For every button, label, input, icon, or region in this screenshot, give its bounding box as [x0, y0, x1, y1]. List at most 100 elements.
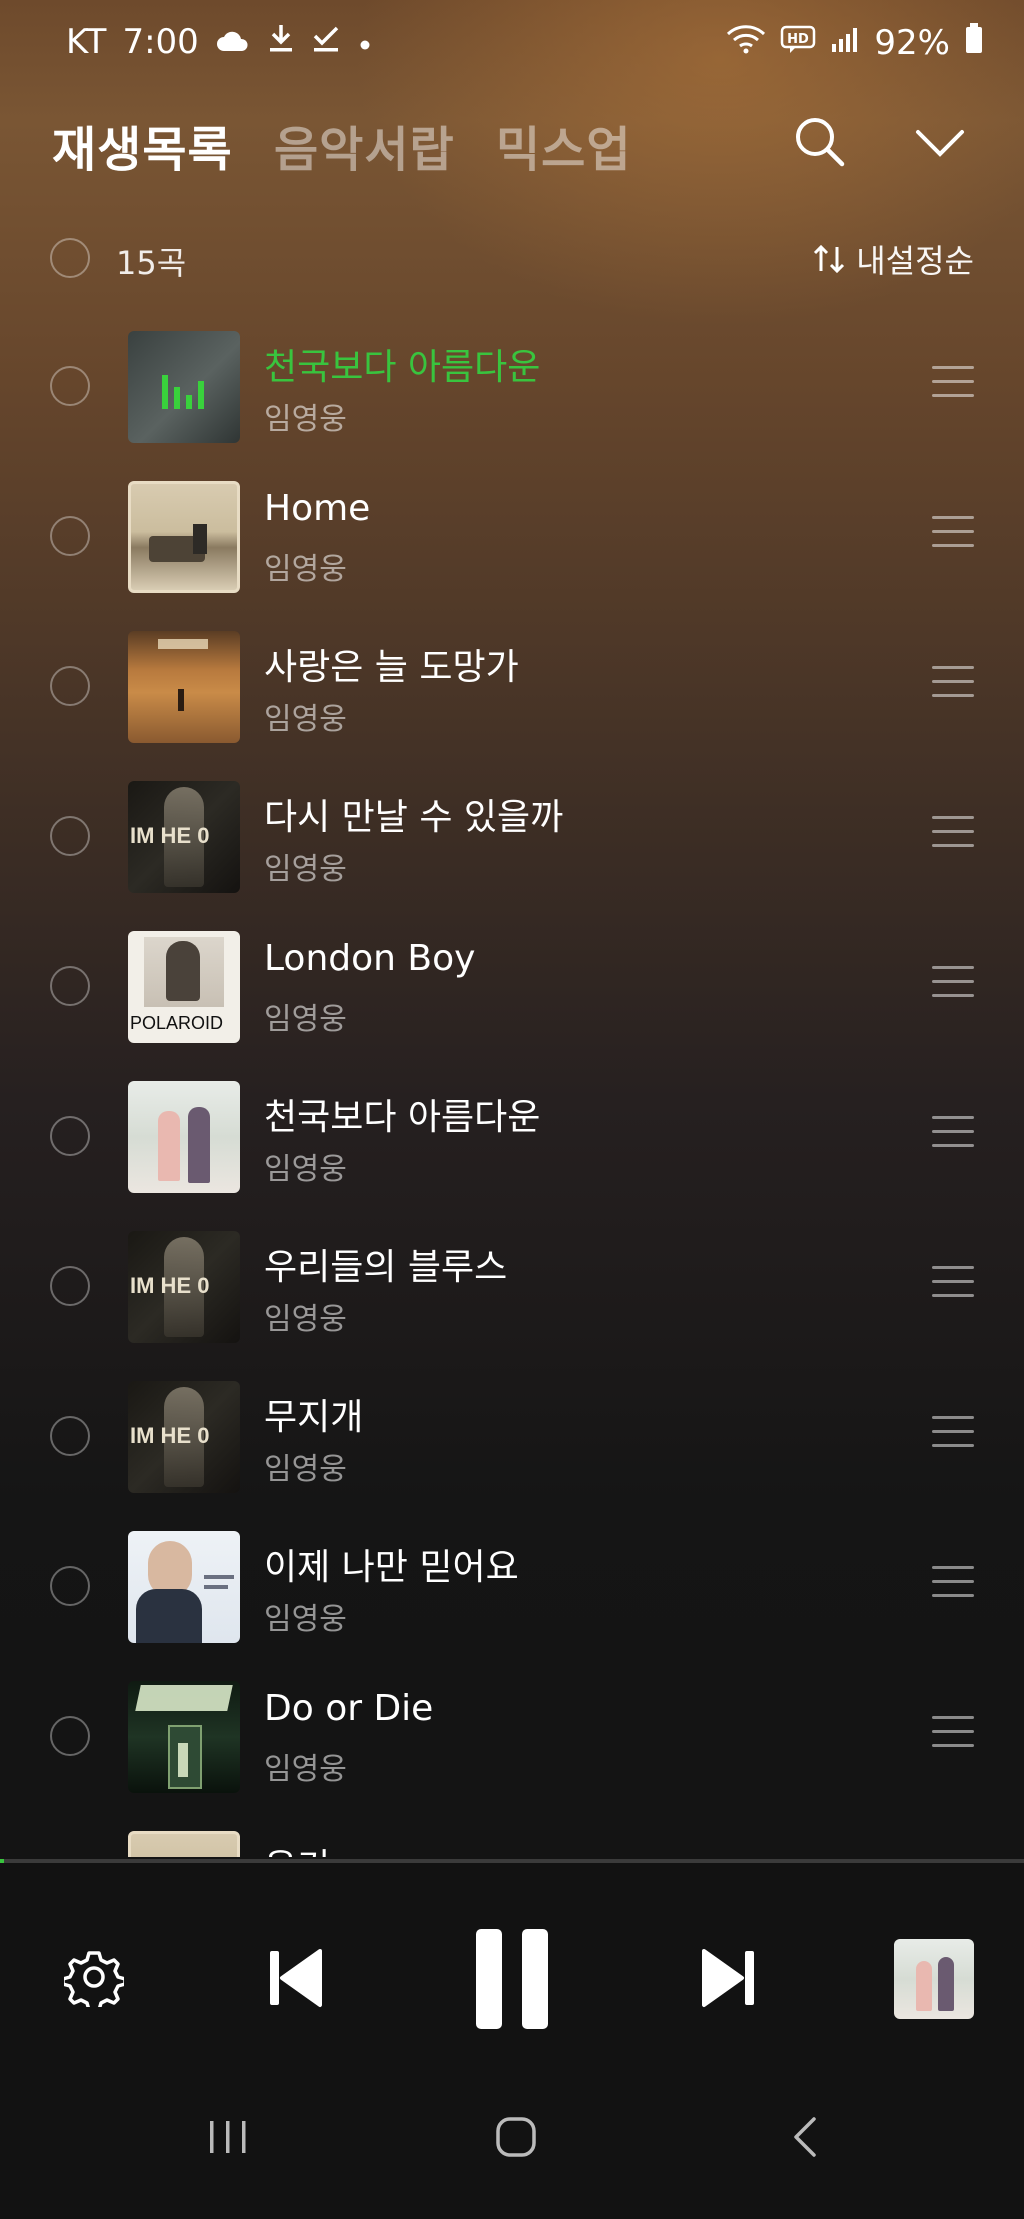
track-row[interactable]: 온기: [0, 1812, 1024, 1857]
sort-button[interactable]: 내설정순: [812, 236, 974, 282]
drag-handle-icon[interactable]: [932, 666, 974, 698]
album-art: [128, 631, 240, 743]
previous-icon: [270, 1949, 322, 2007]
album-art: [128, 1531, 240, 1643]
header: 재생목록 음악서랍 믹스업: [0, 100, 1024, 180]
battery-level: 92%: [874, 22, 950, 63]
track-title: London Boy: [264, 938, 476, 979]
svg-text:HD: HD: [788, 32, 810, 47]
album-art: IM HE 0: [128, 1231, 240, 1343]
track-title: 온기: [264, 1838, 330, 1857]
search-icon: [796, 118, 845, 167]
drag-handle-icon[interactable]: [932, 816, 974, 848]
home-icon: [496, 2117, 536, 2157]
previous-button[interactable]: [268, 1947, 324, 2013]
drag-handle-icon[interactable]: [932, 1116, 974, 1148]
album-art: [128, 331, 240, 443]
download-icon: [267, 22, 295, 62]
track-title: 다시 만날 수 있을까: [264, 797, 564, 838]
track-artist: 임영웅: [264, 1602, 347, 1637]
drag-handle-icon[interactable]: [932, 1566, 974, 1598]
album-art: [128, 1681, 240, 1793]
track-title: 무지개: [264, 1397, 364, 1438]
select-all-checkbox[interactable]: [50, 238, 90, 278]
pause-icon: [476, 1929, 548, 2029]
drag-handle-icon[interactable]: [932, 966, 974, 998]
track-row[interactable]: 이제 나만 믿어요 임영웅: [0, 1512, 1024, 1662]
battery-icon: [964, 22, 984, 63]
carrier-label: KT: [66, 22, 107, 62]
track-checkbox[interactable]: [50, 966, 90, 1006]
track-checkbox[interactable]: [50, 816, 90, 856]
track-checkbox[interactable]: [50, 666, 90, 706]
track-artist: 임영웅: [264, 702, 347, 737]
track-row[interactable]: 천국보다 아름다운 임영웅: [0, 312, 1024, 462]
track-row[interactable]: 천국보다 아름다운 임영웅: [0, 1062, 1024, 1212]
track-title: 사랑은 늘 도망가: [264, 647, 519, 688]
track-row[interactable]: Do or Die 임영웅: [0, 1662, 1024, 1812]
home-button[interactable]: [494, 2117, 538, 2161]
status-bar: KT 7:00 HD 92%: [0, 0, 1024, 90]
now-playing-equalizer-icon: [162, 373, 204, 409]
next-button[interactable]: [700, 1947, 756, 2013]
track-checkbox[interactable]: [50, 1116, 90, 1156]
album-art: [128, 481, 240, 593]
track-row[interactable]: POLAROID London Boy 임영웅: [0, 912, 1024, 1062]
track-title: 우리들의 블루스: [264, 1247, 508, 1288]
recent-apps-button[interactable]: [206, 2117, 250, 2161]
track-title: Home: [264, 488, 371, 529]
track-artist: 임영웅: [264, 1302, 347, 1337]
track-title: 천국보다 아름다운: [264, 347, 541, 388]
track-row[interactable]: IM HE 0 다시 만날 수 있을까 임영웅: [0, 762, 1024, 912]
album-art-label: POLAROID: [130, 1013, 224, 1033]
track-row[interactable]: IM HE 0 무지개 임영웅: [0, 1362, 1024, 1512]
clock: 7:00: [122, 22, 199, 62]
dot-icon: [357, 22, 373, 62]
drag-handle-icon[interactable]: [932, 1716, 974, 1748]
cloud-icon: [215, 22, 251, 62]
track-artist: 임영웅: [264, 402, 347, 437]
drag-handle-icon[interactable]: [932, 516, 974, 548]
collapse-button[interactable]: [910, 112, 970, 172]
drag-handle-icon[interactable]: [932, 1416, 974, 1448]
tab-mixup[interactable]: 믹스업: [496, 110, 631, 180]
sort-label: 내설정순: [856, 242, 974, 280]
track-count: 15곡: [116, 244, 187, 282]
track-checkbox[interactable]: [50, 366, 90, 406]
album-art: POLAROID: [128, 931, 240, 1043]
tab-music-drawer[interactable]: 음악서랍: [274, 110, 455, 180]
settings-button[interactable]: [61, 1947, 127, 2012]
track-artist: 임영웅: [264, 1752, 347, 1787]
album-art: IM HE 0: [128, 781, 240, 893]
back-button[interactable]: [786, 2117, 826, 2161]
system-navigation-bar: [0, 2073, 1024, 2219]
settings-icon: [61, 1951, 127, 2012]
track-row[interactable]: Home 임영웅: [0, 462, 1024, 612]
signal-icon: [830, 23, 860, 63]
track-row[interactable]: IM HE 0 우리들의 블루스 임영웅: [0, 1212, 1024, 1362]
track-checkbox[interactable]: [50, 1416, 90, 1456]
track-checkbox[interactable]: [50, 1266, 90, 1306]
hd-call-icon: HD: [780, 23, 816, 63]
track-list: 천국보다 아름다운 임영웅 Home 임영웅 사랑은 늘 도망가 임영웅 IM …: [0, 312, 1024, 1857]
album-art: [128, 1831, 240, 1857]
player-controls: [0, 1863, 1024, 2073]
drag-handle-icon[interactable]: [932, 1266, 974, 1298]
track-artist: 임영웅: [264, 552, 347, 587]
back-icon: [794, 2117, 816, 2157]
wifi-icon: [726, 23, 766, 63]
check-download-icon: [311, 22, 341, 62]
track-artist: 임영웅: [264, 1002, 347, 1037]
pause-button[interactable]: [472, 1927, 552, 2035]
album-art: IM HE 0: [128, 1381, 240, 1493]
tab-playlist[interactable]: 재생목록: [52, 110, 233, 180]
search-button[interactable]: [790, 112, 850, 172]
track-title: 천국보다 아름다운: [264, 1097, 541, 1138]
track-checkbox[interactable]: [50, 1716, 90, 1756]
now-playing-album-art[interactable]: [894, 1939, 974, 2019]
next-icon: [702, 1949, 754, 2007]
track-checkbox[interactable]: [50, 1566, 90, 1606]
track-row[interactable]: 사랑은 늘 도망가 임영웅: [0, 612, 1024, 762]
track-checkbox[interactable]: [50, 516, 90, 556]
drag-handle-icon[interactable]: [932, 366, 974, 398]
